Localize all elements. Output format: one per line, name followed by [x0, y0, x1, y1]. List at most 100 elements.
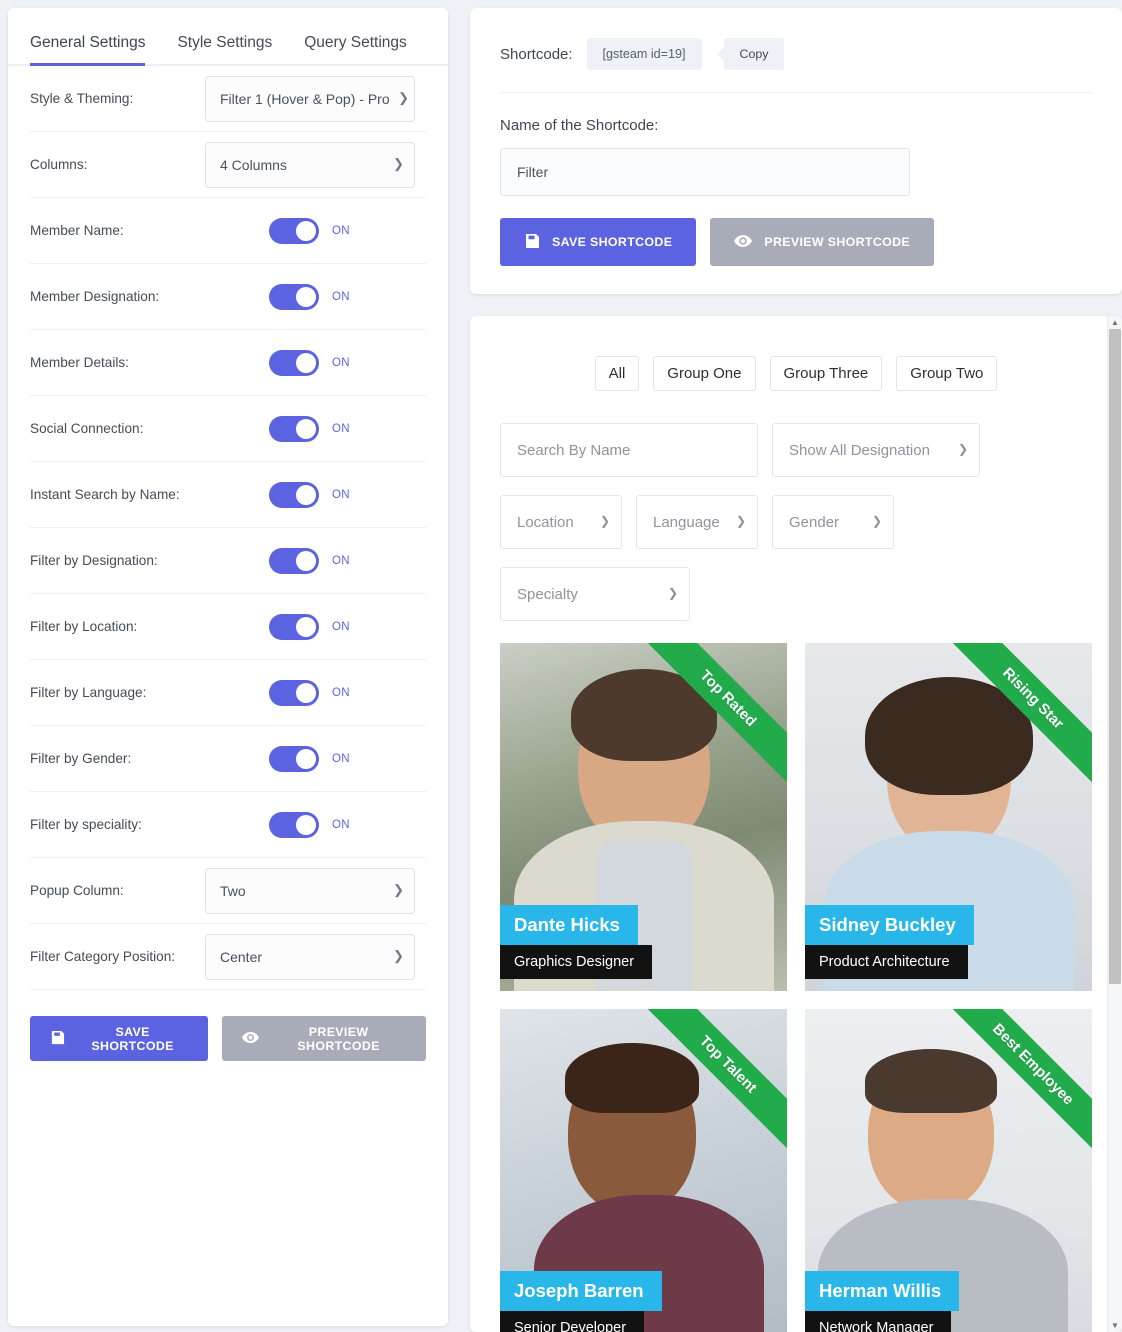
member-role: Network Manager	[805, 1311, 952, 1332]
style-theming-select[interactable]: Filter 1 (Hover & Pop) - Pro	[205, 75, 415, 122]
shortcode-name-input[interactable]	[500, 148, 910, 196]
shortcode-name-label: Name of the Shortcode:	[500, 117, 659, 134]
group-tab-group-two[interactable]: Group Two	[896, 356, 998, 391]
filter-row-primary: Show All Designation ❯	[500, 423, 1092, 477]
floppy-disk-icon	[524, 233, 540, 252]
save-shortcode-button[interactable]: SAVE SHORTCODE	[30, 1016, 209, 1061]
tab-query-settings[interactable]: Query Settings	[304, 30, 407, 64]
setting-row-instant-search-by-name: Instant Search by Name: ON	[30, 462, 426, 528]
group-tab-all[interactable]: All	[594, 356, 640, 391]
eye-icon	[734, 234, 753, 251]
setting-label: Filter by Language:	[30, 684, 147, 700]
designation-select-wrap: Show All Designation ❯	[772, 423, 980, 477]
filter-category-position-select[interactable]: Center	[205, 933, 415, 980]
setting-label: Filter by Designation:	[30, 552, 158, 568]
specialty-select[interactable]: Specialty	[500, 567, 690, 621]
toggle-state-label: ON	[332, 554, 350, 567]
toggle-state-label: ON	[332, 818, 350, 831]
setting-control: ON	[205, 679, 426, 706]
team-member-card[interactable]: Top Rated Dante Hicks Graphics Designer	[500, 643, 787, 991]
toggle-filter-by-location[interactable]	[269, 613, 319, 640]
setting-label: Member Designation:	[30, 288, 160, 304]
columns-select-wrap: 4 Columns ❯	[205, 141, 415, 188]
member-name: Sidney Buckley	[805, 905, 974, 945]
setting-control: ON	[205, 283, 426, 310]
toggle-social-connection[interactable]	[269, 415, 319, 442]
setting-control: 4 Columns ❯	[205, 141, 426, 188]
preview-shortcode-button[interactable]: PREVIEW SHORTCODE	[222, 1016, 426, 1061]
columns-select[interactable]: 4 Columns	[205, 141, 415, 188]
setting-control: Two ❯	[205, 867, 426, 914]
scrollbar-down-arrow-icon[interactable]: ▼	[1108, 1319, 1122, 1332]
toggle-knob	[296, 616, 316, 637]
scrollbar-up-arrow-icon[interactable]: ▲	[1108, 316, 1122, 329]
setting-label: Member Details:	[30, 354, 129, 370]
toggle-state-label: ON	[332, 224, 350, 237]
setting-control: Filter 1 (Hover & Pop) - Pro ❯	[205, 75, 426, 122]
setting-row-style-theming: Style & Theming: Filter 1 (Hover & Pop) …	[30, 66, 426, 132]
toggle-knob	[296, 286, 316, 307]
shortcode-action-buttons: SAVE SHORTCODE PREVIEW SHORTCODE	[500, 218, 1092, 266]
toggle-knob	[296, 220, 316, 241]
toggle-knob	[296, 484, 316, 505]
member-badges: Herman Willis Network Manager	[805, 1271, 960, 1332]
filter-category-position-select-wrap: Center ❯	[205, 933, 415, 980]
designation-select[interactable]: Show All Designation	[772, 423, 980, 477]
copy-shortcode-button[interactable]: Copy	[723, 38, 785, 70]
team-preview-panel: All Group One Group Three Group Two Show…	[470, 316, 1122, 1332]
member-role: Senior Developer	[500, 1311, 645, 1332]
toggle-filter-by-designation[interactable]	[269, 547, 319, 574]
popup-column-select[interactable]: Two	[205, 867, 415, 914]
search-by-name-input[interactable]	[500, 423, 758, 477]
setting-row-filter-category-position: Filter Category Position: Center ❯	[30, 924, 426, 990]
setting-row-member-details: Member Details: ON	[30, 330, 426, 396]
toggle-filter-by-language[interactable]	[269, 679, 319, 706]
shortcode-value: [gsteam id=19]	[586, 38, 702, 70]
location-select[interactable]: Location	[500, 495, 622, 549]
setting-control: ON	[205, 481, 426, 508]
app-root: General Settings Style Settings Query Se…	[0, 0, 1122, 1332]
setting-label: Instant Search by Name:	[30, 486, 180, 502]
toggle-filter-by-gender[interactable]	[269, 745, 319, 772]
toggle-state-label: ON	[332, 422, 350, 435]
preview-shortcode-button-top[interactable]: PREVIEW SHORTCODE	[710, 218, 935, 266]
group-tab-group-three[interactable]: Group Three	[769, 356, 883, 391]
toggle-member-name[interactable]	[269, 217, 319, 244]
specialty-select-wrap: Specialty ❯	[500, 567, 690, 621]
filter-row-tertiary: Specialty ❯	[500, 567, 1092, 621]
eye-icon	[242, 1031, 260, 1047]
toggle-filter-by-speciality[interactable]	[269, 811, 319, 838]
shortcode-panel: Shortcode: [gsteam id=19] Copy Name of t…	[470, 8, 1122, 294]
group-filter-tabs: All Group One Group Three Group Two	[500, 356, 1092, 391]
preview-shortcode-label: PREVIEW SHORTCODE	[297, 1024, 380, 1053]
setting-label: Filter by Location:	[30, 618, 138, 634]
toggle-instant-search-by-name[interactable]	[269, 481, 319, 508]
team-member-card[interactable]: Rising Star Sidney Buckley Product Archi…	[805, 643, 1092, 991]
setting-label: Social Connection:	[30, 420, 144, 436]
setting-control: ON	[205, 349, 426, 376]
setting-control: ON	[205, 547, 426, 574]
preview-scrollbar[interactable]: ▲ ▼	[1107, 316, 1122, 1332]
right-column: Shortcode: [gsteam id=19] Copy Name of t…	[470, 8, 1122, 1332]
setting-row-filter-by-gender: Filter by Gender: ON	[30, 726, 426, 792]
group-tab-group-one[interactable]: Group One	[653, 356, 756, 391]
tab-general-settings[interactable]: General Settings	[30, 30, 146, 66]
toggle-member-designation[interactable]	[269, 283, 319, 310]
toggle-state-label: ON	[332, 488, 350, 501]
scrollbar-thumb[interactable]	[1109, 329, 1121, 984]
member-badges: Sidney Buckley Product Architecture	[805, 905, 974, 979]
gender-select[interactable]: Gender	[772, 495, 894, 549]
toggle-state-label: ON	[332, 356, 350, 369]
team-member-card[interactable]: Top Talent Joseph Barren Senior Develope…	[500, 1009, 787, 1332]
tab-style-settings[interactable]: Style Settings	[177, 30, 272, 64]
member-badges: Joseph Barren Senior Developer	[500, 1271, 662, 1332]
team-member-card[interactable]: Best Employee Herman Willis Network Mana…	[805, 1009, 1092, 1332]
language-select[interactable]: Language	[636, 495, 758, 549]
setting-control: Center ❯	[205, 933, 426, 980]
save-shortcode-button-top[interactable]: SAVE SHORTCODE	[500, 218, 697, 266]
setting-row-member-designation: Member Designation: ON	[30, 264, 426, 330]
team-member-grid: Top Rated Dante Hicks Graphics Designer	[500, 643, 1092, 1332]
save-shortcode-label: SAVE SHORTCODE	[91, 1024, 174, 1053]
toggle-member-details[interactable]	[269, 349, 319, 376]
style-theming-select-wrap: Filter 1 (Hover & Pop) - Pro ❯	[205, 75, 415, 122]
